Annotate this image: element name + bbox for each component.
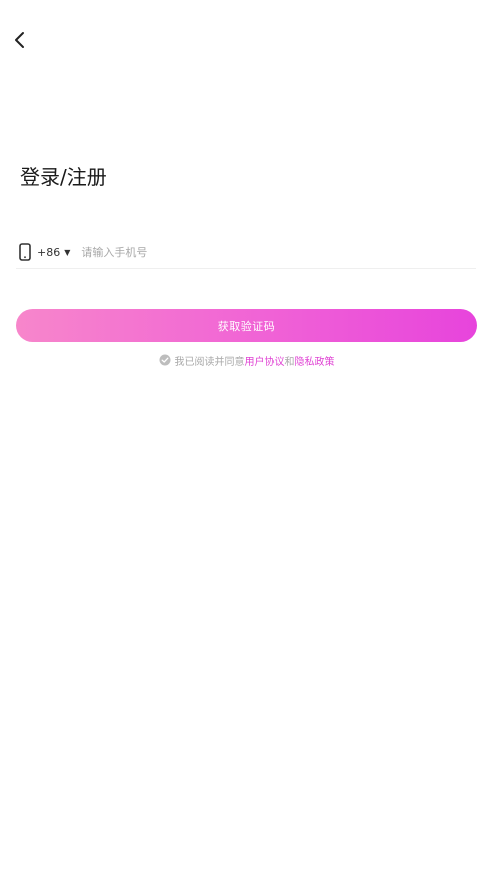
agreement-prefix: 我已阅读并同意: [174, 356, 245, 368]
agreement-conjunction: 和: [284, 356, 295, 368]
chevron-left-icon: [15, 32, 24, 48]
page-title: 登录/注册: [20, 165, 107, 189]
user-agreement-link[interactable]: 用户协议: [245, 353, 285, 368]
phone-number-input[interactable]: [81, 240, 476, 264]
back-button[interactable]: [8, 28, 32, 52]
caret-down-icon: ▼: [64, 247, 71, 257]
phone-icon: [17, 241, 33, 263]
privacy-policy-link[interactable]: 隐私政策: [295, 353, 335, 368]
agreement-row: 我已阅读并同意 用户协议 和 隐私政策: [0, 352, 493, 368]
phone-input-row: +86 ▼: [16, 236, 476, 269]
country-code-selector[interactable]: +86 ▼: [37, 246, 70, 259]
country-code-label: +86: [37, 245, 61, 259]
get-verification-code-button[interactable]: 获取验证码: [16, 309, 477, 342]
check-circle-icon[interactable]: [159, 354, 171, 366]
